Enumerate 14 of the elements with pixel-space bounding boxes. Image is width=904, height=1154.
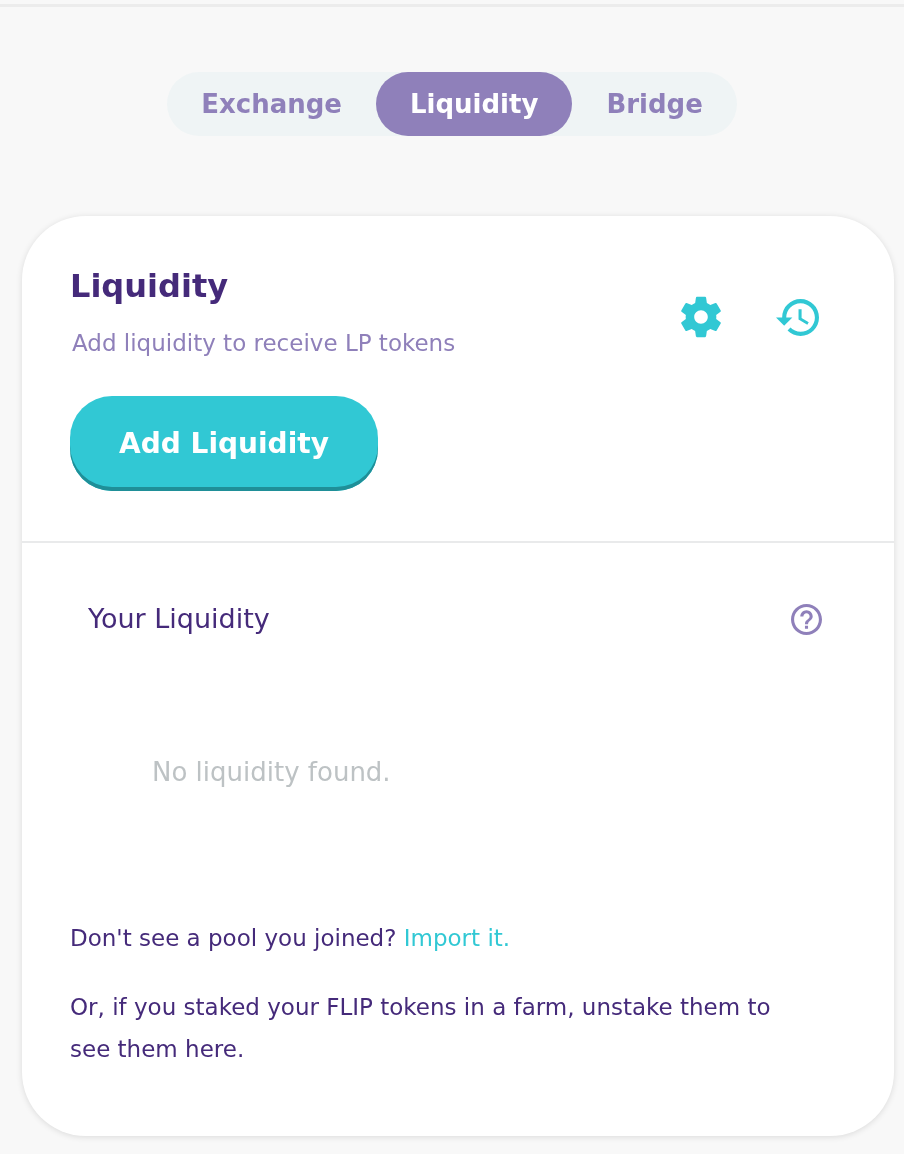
import-link[interactable]: Import it. [403,925,511,951]
empty-message: No liquidity found. [152,756,391,788]
farm-note: Or, if you staked your FLIP tokens in a farm, unstake them to see them here. [70,993,772,1064]
card-subtitle: Add liquidity to receive LP tokens [72,329,456,358]
tab[interactable]: Bridge [572,72,737,136]
tab[interactable]: Exchange [167,72,376,136]
help-icon[interactable] [791,603,822,635]
tab[interactable]: Liquidity [375,72,573,136]
add-liquidity-button[interactable]: Add Liquidity [70,396,378,491]
settings-icon[interactable] [681,296,721,338]
section-heading: Your Liquidity [88,602,270,636]
card-title: Liquidity [70,266,230,306]
clock-arrow-icon[interactable] [776,298,819,336]
import-prompt: Don't see a pool you joined? Import it. [70,924,512,953]
